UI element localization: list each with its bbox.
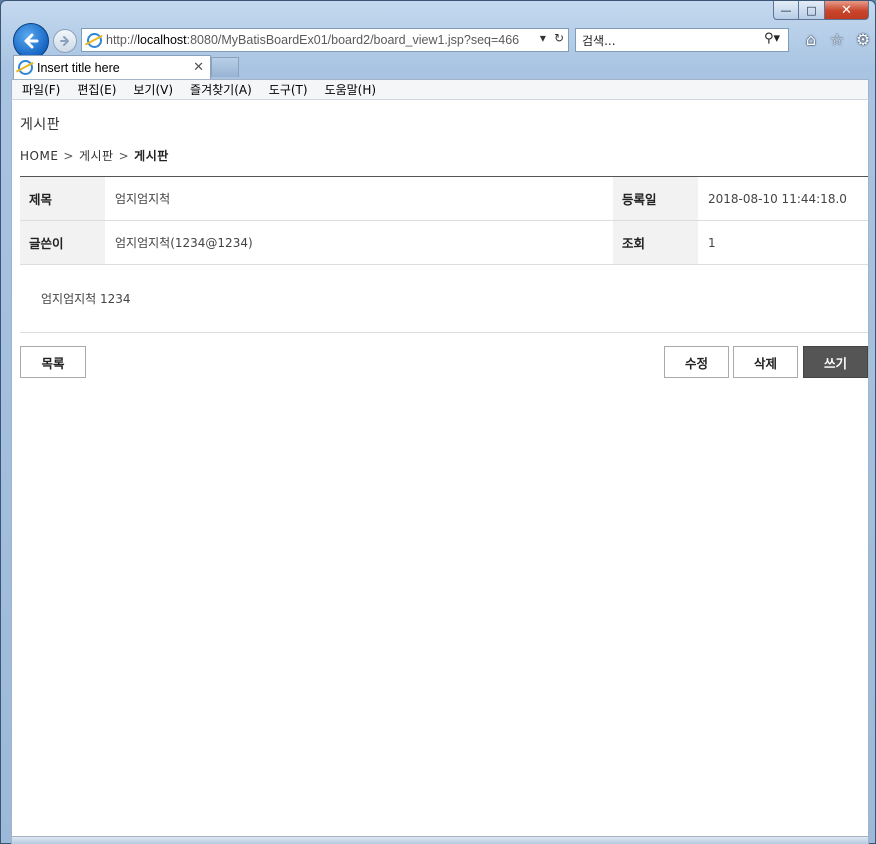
breadcrumb-board[interactable]: 게시판 xyxy=(79,147,114,164)
maximize-button[interactable]: □ xyxy=(799,1,825,20)
minimize-button[interactable]: — xyxy=(773,1,799,20)
page-content: 게시판 HOME > 게시판 > 게시판 제목 엄지엄지척 등록일 2018-0… xyxy=(11,100,869,836)
status-bar xyxy=(11,836,869,844)
date-label: 등록일 xyxy=(613,176,698,221)
search-placeholder: 검색... xyxy=(582,33,616,48)
close-window-button[interactable]: ✕ xyxy=(825,1,869,20)
write-button[interactable]: 쓰기 xyxy=(803,346,868,378)
address-tools: ▾ ↻ xyxy=(540,31,564,45)
ie-tab-icon xyxy=(18,60,33,75)
edit-button[interactable]: 수정 xyxy=(664,346,729,378)
close-tab-icon[interactable]: ✕ xyxy=(193,59,204,75)
subject-label: 제목 xyxy=(20,176,105,221)
breadcrumb-current: 게시판 xyxy=(134,149,169,163)
browser-window: — □ ✕ http://localhost:8080/MyBatisBoard… xyxy=(0,0,876,844)
address-suffix: :8080/MyBatisBoardEx01/board2/board_view… xyxy=(186,33,520,47)
page-title: 게시판 xyxy=(20,117,61,133)
address-url[interactable]: http://localhost:8080/MyBatisBoardEx01/b… xyxy=(106,33,519,47)
chevron-right-icon: > xyxy=(118,148,130,163)
menu-file[interactable]: 파일(F) xyxy=(22,81,60,98)
ie-page-icon xyxy=(87,32,102,48)
tab-title: Insert title here xyxy=(37,60,120,75)
address-host: localhost xyxy=(137,33,187,47)
tab-active[interactable]: Insert title here ✕ xyxy=(13,55,211,79)
menu-view[interactable]: 보기(V) xyxy=(133,81,173,98)
table-row: 엄지엄지척 1234 xyxy=(20,264,868,333)
writer-value: 엄지엄지척(1234@1234) xyxy=(105,220,613,265)
address-prefix: http:// xyxy=(106,33,138,47)
menu-help[interactable]: 도움말(H) xyxy=(325,81,377,98)
gear-icon[interactable]: ⚙ xyxy=(853,29,873,49)
refresh-icon[interactable]: ↻ xyxy=(554,31,564,45)
tab-row: Insert title here ✕ xyxy=(11,55,871,79)
star-icon[interactable]: ☆ xyxy=(827,29,847,49)
search-icon[interactable]: ⚲▾ xyxy=(764,31,780,46)
breadcrumb: HOME > 게시판 > 게시판 xyxy=(20,147,169,164)
hit-label: 조회 xyxy=(613,220,698,265)
post-content: 엄지엄지척 1234 xyxy=(20,264,868,333)
date-value: 2018-08-10 11:44:18.0 xyxy=(698,176,868,221)
home-icon[interactable]: ⌂ xyxy=(801,29,821,49)
list-button[interactable]: 목록 xyxy=(20,346,86,378)
browser-toolbar-icons: ⌂ ☆ ⚙ xyxy=(801,29,873,49)
address-bar[interactable]: http://localhost:8080/MyBatisBoardEx01/b… xyxy=(81,28,569,52)
hit-value: 1 xyxy=(698,220,868,265)
back-arrow-icon xyxy=(24,33,39,49)
search-input[interactable]: 검색... ⚲▾ xyxy=(575,28,789,52)
table-row: 제목 엄지엄지척 등록일 2018-08-10 11:44:18.0 xyxy=(20,176,868,221)
chevron-right-icon: > xyxy=(63,148,74,163)
post-view-table: 제목 엄지엄지척 등록일 2018-08-10 11:44:18.0 글쓴이 엄… xyxy=(20,176,868,333)
menu-tools[interactable]: 도구(T) xyxy=(269,81,308,98)
breadcrumb-home[interactable]: HOME xyxy=(20,149,58,163)
forward-button[interactable] xyxy=(53,29,77,53)
delete-button[interactable]: 삭제 xyxy=(733,346,798,378)
window-controls: — □ ✕ xyxy=(773,1,869,20)
new-tab-button[interactable] xyxy=(211,57,239,77)
menu-favorites[interactable]: 즐겨찾기(A) xyxy=(190,81,252,98)
writer-label: 글쓴이 xyxy=(20,220,105,265)
forward-arrow-icon xyxy=(60,36,69,46)
menu-edit[interactable]: 편집(E) xyxy=(77,81,116,98)
chevron-down-icon[interactable]: ▾ xyxy=(540,31,546,45)
table-row: 글쓴이 엄지엄지척(1234@1234) 조회 1 xyxy=(20,220,868,265)
menu-bar: 파일(F) 편집(E) 보기(V) 즐겨찾기(A) 도구(T) 도움말(H) xyxy=(11,79,869,100)
subject-value: 엄지엄지척 xyxy=(105,176,613,221)
back-button[interactable] xyxy=(13,23,49,59)
